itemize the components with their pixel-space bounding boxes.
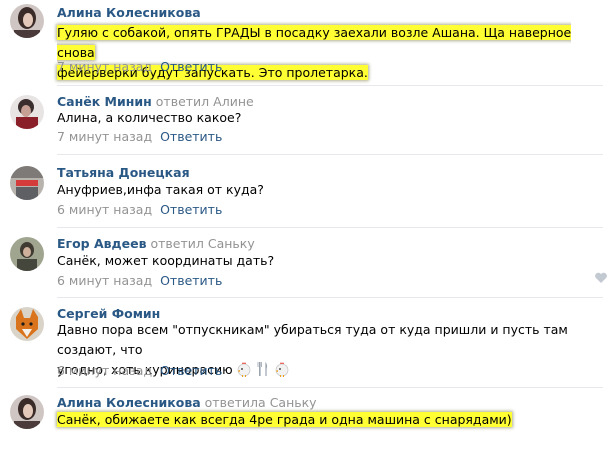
comment-time[interactable]: 6 минут назад bbox=[57, 273, 152, 288]
comment-time[interactable]: 6 минут назад bbox=[57, 363, 152, 378]
separator bbox=[57, 227, 603, 228]
avatar[interactable] bbox=[10, 237, 44, 271]
fork-knife-emoji-icon bbox=[255, 361, 271, 383]
reply-button[interactable]: Ответить bbox=[160, 273, 222, 288]
highlighted-text-line: Гуляю с собакой, опять ГРАДЫ в посадку з… bbox=[57, 25, 572, 60]
replied-label: ответила bbox=[204, 395, 266, 410]
separator bbox=[57, 387, 603, 388]
comment-time[interactable]: 7 минут назад bbox=[57, 129, 152, 144]
reply-button[interactable]: Ответить bbox=[160, 363, 222, 378]
avatar[interactable] bbox=[10, 307, 44, 341]
comment-author[interactable]: Санёк Минин bbox=[57, 94, 152, 109]
comment-author[interactable]: Сергей Фомин bbox=[57, 306, 160, 321]
avatar[interactable] bbox=[10, 166, 44, 200]
reply-button[interactable]: Ответить bbox=[160, 202, 222, 217]
reply-to-name[interactable]: Алине bbox=[213, 94, 254, 109]
comment-text: Алина, а количество какое? bbox=[57, 110, 242, 125]
reply-to-name[interactable]: Саньку bbox=[208, 236, 255, 251]
comment-author[interactable]: Татьяна Донецкая bbox=[57, 165, 190, 180]
comment-text: Санёк, обижаете как всегда 4ре града и о… bbox=[57, 410, 602, 430]
avatar[interactable] bbox=[10, 95, 44, 129]
reply-button[interactable]: Ответить bbox=[160, 59, 222, 74]
comment-time[interactable]: 7 минут назад bbox=[57, 59, 152, 74]
comment-author[interactable]: Егор Авдеев bbox=[57, 236, 147, 251]
chicken-emoji-icon bbox=[236, 361, 252, 383]
replied-label: ответил bbox=[155, 94, 210, 109]
comment-text-line: Давно пора всем "отпускникам" убираться … bbox=[57, 322, 568, 357]
chicken-emoji-icon bbox=[274, 361, 290, 383]
separator bbox=[57, 297, 603, 298]
comment-text: Санёк, может координаты дать? bbox=[57, 253, 275, 268]
comment-time[interactable]: 6 минут назад bbox=[57, 202, 152, 217]
reply-to-name[interactable]: Саньку bbox=[270, 395, 317, 410]
replied-label: ответил bbox=[150, 236, 204, 251]
comment-text: Гуляю с собакой, опять ГРАДЫ в посадку з… bbox=[57, 23, 602, 83]
separator bbox=[57, 154, 603, 155]
avatar[interactable] bbox=[10, 4, 44, 38]
comment-author[interactable]: Алина Колесникова bbox=[57, 395, 201, 410]
heart-like-icon[interactable] bbox=[594, 272, 608, 284]
comment-author[interactable]: Алина Колесникова bbox=[57, 5, 201, 20]
separator bbox=[57, 85, 603, 86]
reply-button[interactable]: Ответить bbox=[160, 129, 222, 144]
avatar[interactable] bbox=[10, 395, 44, 429]
highlighted-text-line: Санёк, обижаете как всегда 4ре града и о… bbox=[57, 412, 512, 427]
comment-text: Ануфриев,инфа такая от куда? bbox=[57, 182, 264, 197]
